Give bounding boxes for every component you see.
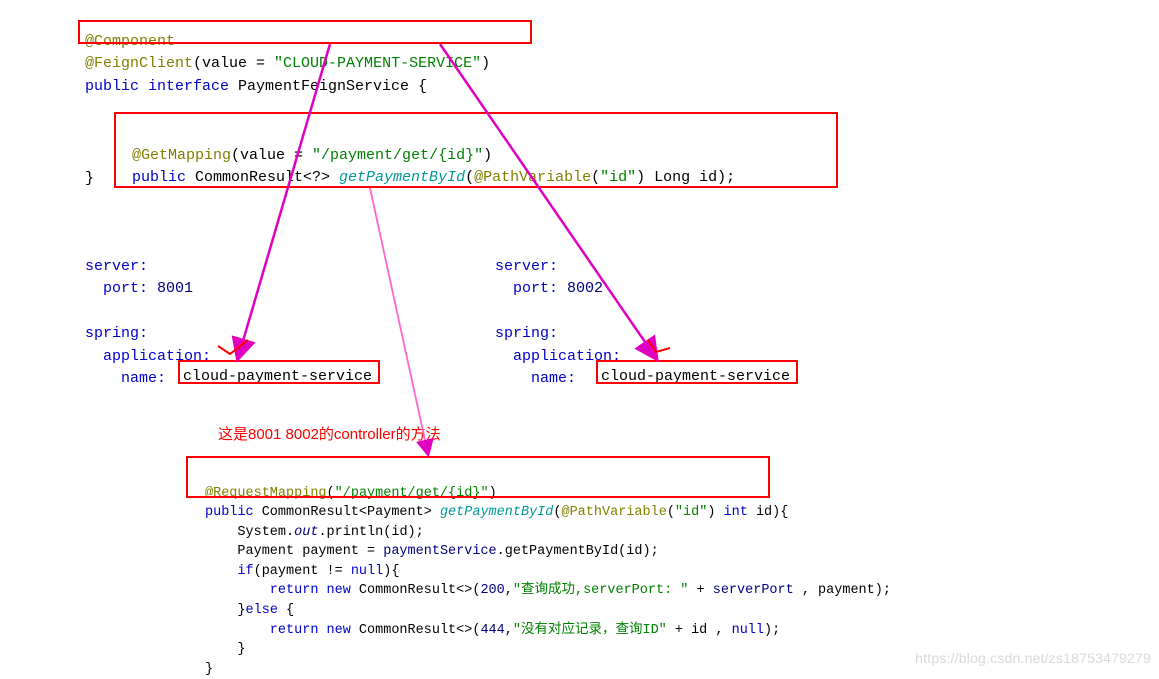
arrow-to-controller — [370, 188, 428, 454]
watermark: https://blog.csdn.net/zs18753479279 — [915, 648, 1151, 669]
checkmark-icon — [218, 340, 248, 354]
port-8002: 8002 — [558, 280, 603, 297]
ctrl-method-name: getPaymentById — [440, 505, 553, 520]
yaml1-name-box — [178, 360, 380, 384]
getmapping-box — [114, 112, 838, 188]
checkmark-icon — [648, 340, 670, 352]
service-name-string: "CLOUD-PAYMENT-SERVICE" — [274, 55, 481, 72]
note-label: 这是8001 8002的controller的方法 — [218, 424, 441, 447]
requestmapping-box — [186, 456, 770, 498]
yaml2-name-box — [596, 360, 798, 384]
feignclient-annotation: @FeignClient — [85, 55, 193, 72]
public-interface-kw: public interface — [85, 78, 229, 95]
feignclient-box — [78, 20, 532, 44]
close-brace: } — [85, 168, 94, 191]
port-8001: 8001 — [148, 280, 193, 297]
